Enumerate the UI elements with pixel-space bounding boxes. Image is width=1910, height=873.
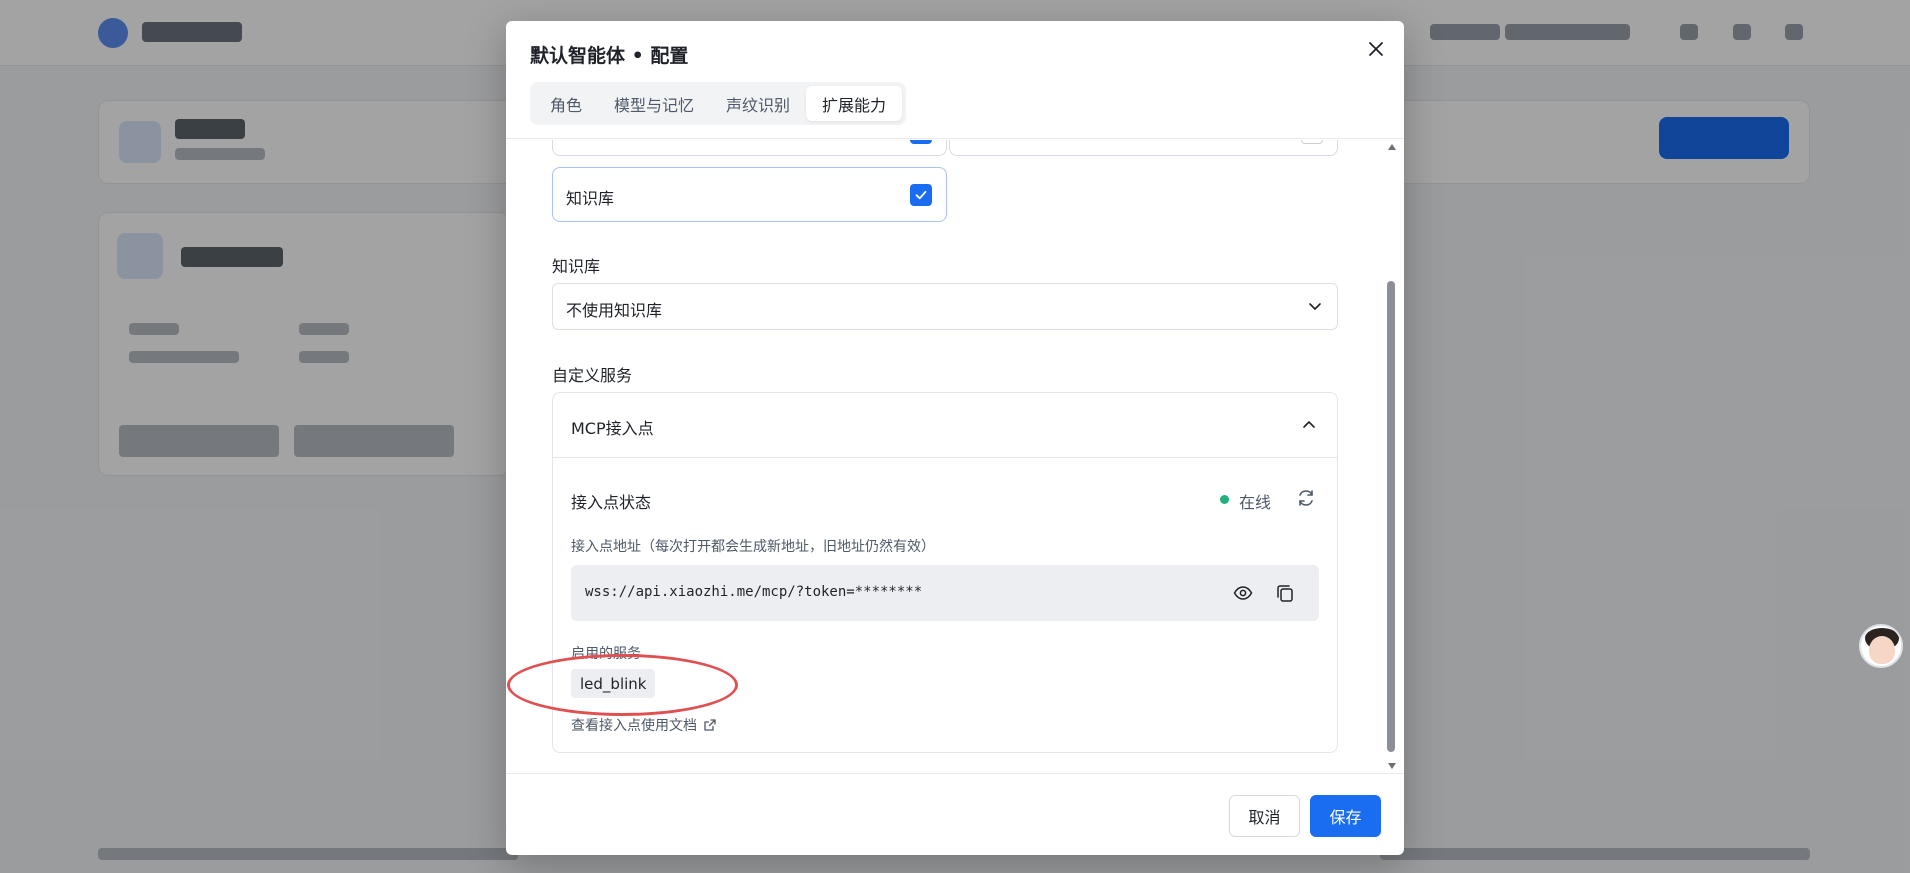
endpoint-address-value[interactable]: wss://api.xiaozhi.me/mcp/?token=******** bbox=[585, 584, 922, 600]
knowledge-base-select[interactable]: 不使用知识库 bbox=[552, 283, 1338, 330]
check-icon bbox=[915, 190, 927, 200]
mcp-accordion-title: MCP接入点 bbox=[571, 419, 654, 438]
endpoint-address-label: 接入点地址（每次打开都会生成新地址，旧地址仍然有效） bbox=[571, 539, 935, 555]
copy-icon bbox=[1277, 585, 1293, 602]
modal-scrollbar[interactable] bbox=[1384, 140, 1398, 773]
endpoint-status-value: 在线 bbox=[1239, 493, 1272, 512]
tab-role[interactable]: 角色 bbox=[534, 86, 598, 121]
avatar-face bbox=[1869, 636, 1895, 664]
tab-bar: 角色 模型与记忆 声纹识别 扩展能力 bbox=[530, 82, 907, 125]
show-token-button[interactable] bbox=[1232, 582, 1254, 604]
cancel-button[interactable]: 取消 bbox=[1229, 795, 1300, 837]
external-link-icon bbox=[704, 719, 716, 731]
refresh-icon bbox=[1299, 490, 1313, 506]
enabled-services-label: 启用的服务 bbox=[571, 646, 641, 662]
chevron-down-icon bbox=[1309, 303, 1321, 310]
capability-card-partial[interactable] bbox=[552, 140, 947, 156]
capability-label: 知识库 bbox=[566, 189, 615, 208]
modal-title: 默认智能体 • 配置 bbox=[530, 45, 689, 67]
refresh-button[interactable] bbox=[1295, 487, 1317, 509]
eye-icon bbox=[1233, 586, 1253, 600]
endpoint-docs-link[interactable]: 查看接入点使用文档 bbox=[571, 715, 717, 735]
modal-footer: 取消 保存 bbox=[506, 773, 1404, 855]
capability-card-partial[interactable] bbox=[949, 140, 1338, 156]
checkbox-partial bbox=[910, 140, 932, 144]
capability-checkbox[interactable] bbox=[910, 184, 932, 206]
endpoint-status-label: 接入点状态 bbox=[571, 493, 652, 512]
service-tag: led_blink bbox=[571, 669, 656, 698]
online-status-dot bbox=[1220, 495, 1229, 504]
assistant-avatar-button[interactable] bbox=[1859, 624, 1903, 668]
modal-header: 默认智能体 • 配置 角色 模型与记忆 声纹识别 扩展能力 bbox=[506, 21, 1404, 139]
tab-extensions[interactable]: 扩展能力 bbox=[806, 86, 903, 121]
knowledge-base-label: 知识库 bbox=[552, 257, 601, 276]
chevron-up-icon bbox=[1303, 421, 1315, 428]
scroll-up-arrow-icon[interactable] bbox=[1388, 144, 1396, 150]
mcp-accordion-header[interactable]: MCP接入点 bbox=[553, 393, 1337, 458]
scrollbar-thumb[interactable] bbox=[1387, 281, 1395, 752]
knowledge-base-value: 不使用知识库 bbox=[566, 301, 663, 320]
endpoint-docs-link-text: 查看接入点使用文档 bbox=[571, 718, 697, 734]
capability-card-knowledge-base[interactable]: 知识库 bbox=[552, 167, 947, 222]
config-modal: 默认智能体 • 配置 角色 模型与记忆 声纹识别 扩展能力 知识库 知识库 不使… bbox=[506, 21, 1404, 855]
modal-body: 知识库 知识库 不使用知识库 自定义服务 MCP接入点 接入点状态 在线 接入点… bbox=[506, 140, 1404, 773]
tab-voiceprint[interactable]: 声纹识别 bbox=[710, 86, 806, 121]
endpoint-address-box: wss://api.xiaozhi.me/mcp/?token=******** bbox=[571, 565, 1319, 621]
checkbox-partial bbox=[1301, 140, 1323, 144]
tab-model-memory[interactable]: 模型与记忆 bbox=[598, 86, 710, 121]
save-button[interactable]: 保存 bbox=[1310, 795, 1381, 837]
close-button[interactable] bbox=[1364, 37, 1388, 61]
close-icon bbox=[1369, 42, 1383, 56]
mcp-accordion: MCP接入点 接入点状态 在线 接入点地址（每次打开都会生成新地址，旧地址仍然有… bbox=[552, 392, 1338, 753]
custom-service-label: 自定义服务 bbox=[552, 366, 633, 385]
scroll-down-arrow-icon[interactable] bbox=[1388, 763, 1396, 769]
copy-address-button[interactable] bbox=[1274, 582, 1296, 604]
